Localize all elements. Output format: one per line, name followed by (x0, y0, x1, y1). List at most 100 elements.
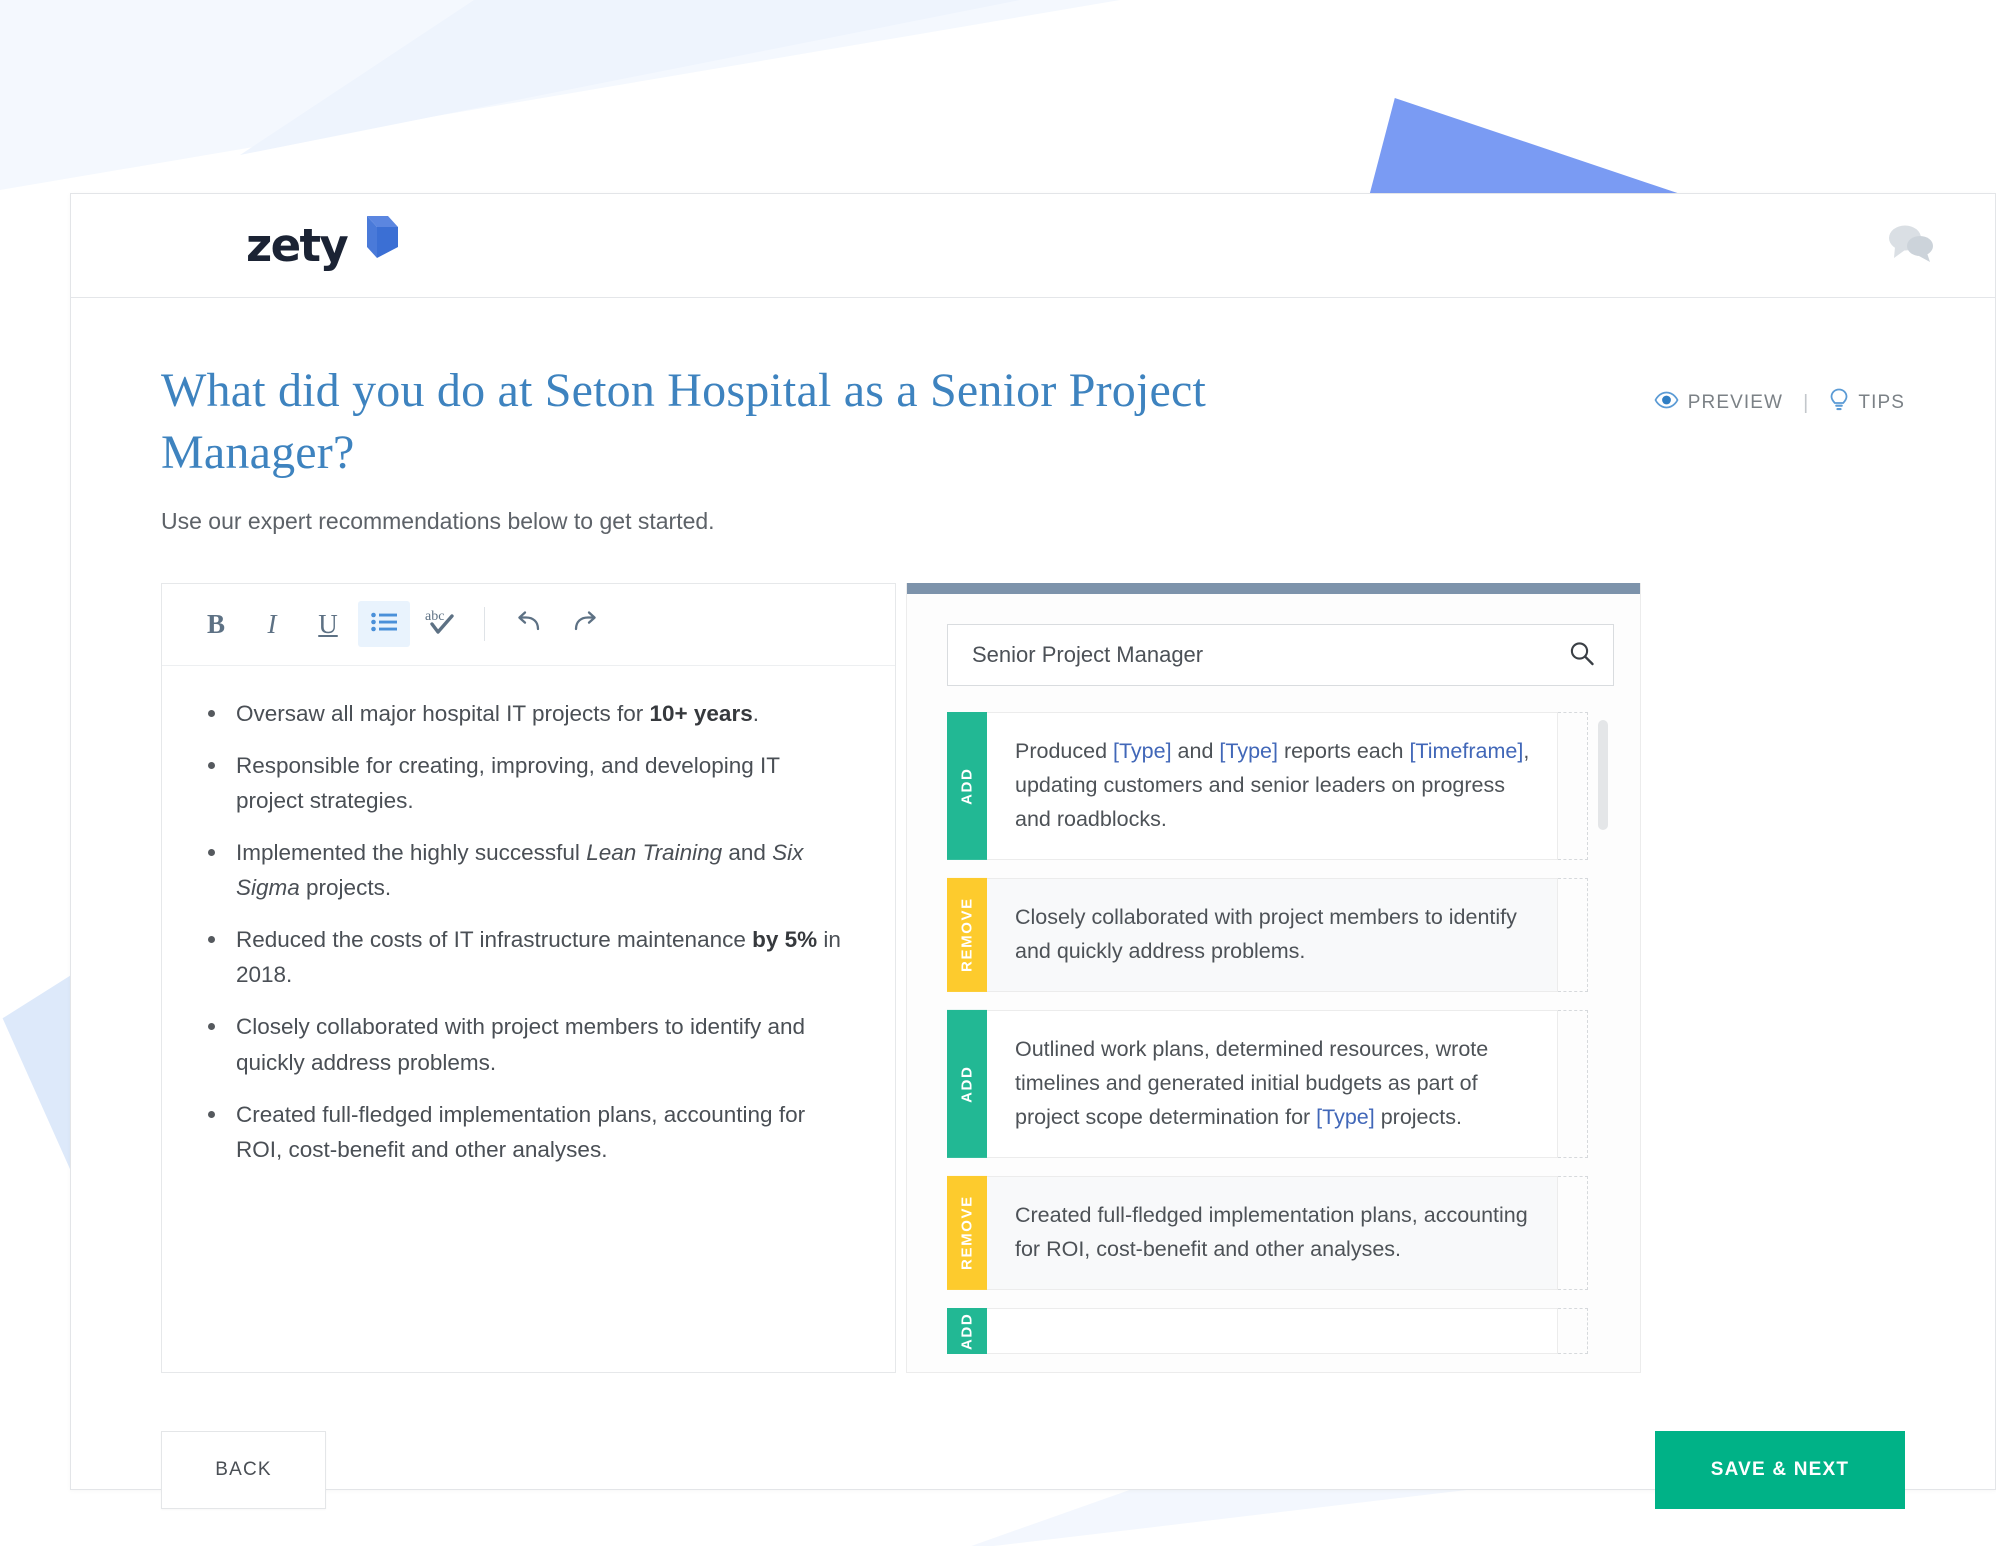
recommendations-scrollbar[interactable] (1598, 712, 1608, 1372)
page-body: What did you do at Seton Hospital as a S… (71, 298, 1995, 1546)
text-run: Created full-fledged implementation plan… (1015, 1202, 1528, 1261)
page-subtitle: Use our expert recommendations below to … (161, 507, 715, 534)
recommendations-inner: ADDProduced [Type] and [Type] reports ea… (907, 594, 1640, 1372)
recommendation-text: Outlined work plans, determined resource… (987, 1009, 1558, 1158)
recommendation-drop-slot[interactable] (1558, 1307, 1588, 1354)
underline-button[interactable]: U (302, 601, 354, 647)
recommendation-text: Created full-fledged implementation plan… (987, 1175, 1558, 1290)
recommendation-drop-slot[interactable] (1558, 711, 1588, 860)
bullet-item[interactable]: Implemented the highly successful Lean T… (202, 835, 851, 905)
text-run: projects. (1374, 1104, 1462, 1129)
search-input[interactable] (972, 641, 1589, 668)
text-run: Reduced the costs of IT infrastructure m… (236, 927, 753, 953)
bold-button[interactable]: B (190, 601, 242, 647)
recommendation-card[interactable]: ADD Outlined work plans, determined resou… (947, 1009, 1588, 1158)
bullet-item[interactable]: Oversaw all major hospital IT projects f… (202, 696, 851, 731)
text-run: . (752, 700, 759, 726)
text-run: and (722, 840, 773, 866)
add-button[interactable]: ADD (947, 1009, 987, 1158)
text-run: Lean Training (586, 840, 723, 866)
recommendation-drop-slot[interactable] (1558, 1009, 1588, 1158)
experience-bullet-list: Oversaw all major hospital IT projects f… (202, 696, 851, 1167)
text-run: Produced (1015, 738, 1114, 763)
editor-content[interactable]: Oversaw all major hospital IT projects f… (162, 666, 895, 1372)
text-run: [Type] (1219, 738, 1278, 763)
recommendation-text: Produced [Type] and [Type] reports each … (987, 711, 1558, 860)
header-separator: | (1803, 391, 1810, 414)
header-actions: PREVIEW | TIPS (1654, 388, 1905, 418)
recommendation-card[interactable]: ADD (947, 1307, 1588, 1354)
lightbulb-icon (1829, 388, 1849, 418)
spellcheck-abc-icon: abc (423, 607, 457, 642)
bullet-item[interactable]: Created full-fledged implementation plan… (202, 1097, 851, 1167)
eye-icon (1654, 391, 1679, 415)
bullet-item[interactable]: Responsible for creating, improving, and… (202, 748, 851, 818)
text-run: Closely collaborated with project member… (1015, 904, 1517, 963)
experience-editor: B I U abc Oversaw all major hospital IT … (161, 582, 896, 1373)
search-icon (1569, 640, 1595, 669)
bullet-item[interactable]: Closely collaborated with project member… (202, 1009, 851, 1079)
redo-icon (572, 610, 598, 639)
italic-button[interactable]: I (246, 601, 298, 647)
decorative-triangle-top-left (0, 0, 1120, 190)
bullet-item[interactable]: Reduced the costs of IT infrastructure m… (202, 922, 851, 992)
spellcheck-button[interactable]: abc (414, 601, 466, 647)
recommendations-scrollbar-thumb[interactable] (1598, 719, 1608, 830)
text-run: Implemented the highly successful (236, 840, 587, 866)
content-panes: B I U abc Oversaw all major hospital IT … (161, 582, 1905, 1373)
text-run: [Type] (1316, 1104, 1375, 1129)
app-window: zety What did you do at Seton Hospital a… (70, 193, 1996, 1509)
toolbar-divider (484, 607, 485, 642)
recommendation-drop-slot[interactable] (1558, 877, 1588, 992)
zety-logo[interactable]: zety (246, 215, 399, 272)
remove-button[interactable]: REMOVE (947, 877, 987, 992)
text-run: [Timeframe] (1409, 738, 1524, 763)
recommendation-card[interactable]: ADD Produced [Type] and [Type] reports ea… (947, 711, 1588, 860)
bullet-list-icon (371, 612, 397, 637)
redo-button[interactable] (559, 601, 611, 647)
text-run: Responsible for creating, improving, and… (236, 752, 780, 813)
recommendation-card[interactable]: REMOVE Created full-fledged implementatio… (947, 1175, 1588, 1290)
decorative-triangle-blue (1366, 98, 1686, 208)
text-run: Oversaw all major hospital IT projects f… (236, 700, 650, 726)
text-run: Created full-fledged implementation plan… (236, 1101, 806, 1162)
recommendation-text (987, 1307, 1558, 1354)
preview-link[interactable]: PREVIEW (1654, 391, 1783, 415)
footer-actions: BACK SAVE & NEXT (161, 1430, 1905, 1546)
undo-button[interactable] (503, 601, 555, 647)
preview-label: PREVIEW (1687, 392, 1784, 413)
recommendation-card[interactable]: REMOVE Closely collaborated with project … (947, 877, 1588, 992)
add-button[interactable]: ADD (947, 711, 987, 860)
page-title: What did you do at Seton Hospital as a S… (161, 364, 1207, 479)
job-title-search (947, 623, 1614, 686)
save-and-next-button[interactable]: SAVE & NEXT (1655, 1430, 1905, 1509)
text-run: Closely collaborated with project member… (236, 1014, 806, 1075)
undo-icon (516, 610, 542, 639)
recommendations-panel-topbar (907, 582, 1640, 594)
tips-label: TIPS (1858, 392, 1905, 413)
text-run: reports each (1277, 738, 1410, 763)
editor-toolbar: B I U abc (162, 584, 895, 666)
text-run: and (1171, 738, 1220, 763)
bullet-list-button[interactable] (358, 601, 410, 648)
search-button[interactable] (1569, 640, 1595, 669)
text-run: by 5% (752, 927, 818, 953)
back-button[interactable]: BACK (161, 1430, 326, 1509)
recommendation-text: Closely collaborated with project member… (987, 877, 1558, 992)
chat-bubbles-icon[interactable] (1885, 221, 1937, 270)
recommendation-drop-slot[interactable] (1558, 1175, 1588, 1290)
recommendation-list: ADD Produced [Type] and [Type] reports ea… (947, 711, 1614, 1372)
screenshot-root: zety What did you do at Seton Hospital a… (0, 0, 1996, 1546)
page-header: What did you do at Seton Hospital as a S… (161, 298, 1905, 535)
logo-chevron-icon (355, 214, 399, 265)
recommendations-panel: ADDProduced [Type] and [Type] reports ea… (906, 582, 1641, 1373)
svg-text:abc: abc (425, 609, 444, 624)
tips-link[interactable]: TIPS (1829, 388, 1905, 418)
text-run: projects. (299, 875, 392, 901)
remove-button[interactable]: REMOVE (947, 1175, 987, 1290)
text-run: [Type] (1113, 738, 1172, 763)
text-run: 10+ years (649, 700, 753, 726)
add-button[interactable]: ADD (947, 1307, 987, 1354)
logo-wordmark: zety (246, 219, 349, 272)
decorative-triangle-top-left-2 (240, 0, 1020, 155)
